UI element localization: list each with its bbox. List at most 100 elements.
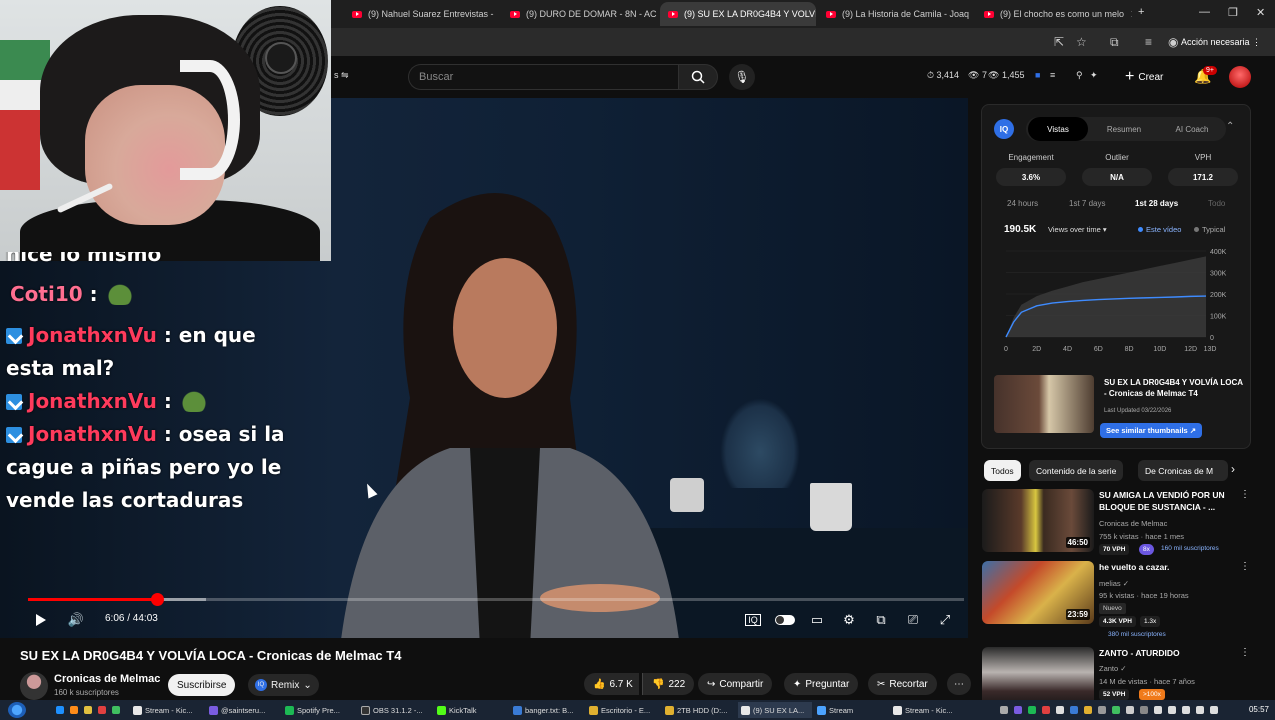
tray-icon[interactable] (1070, 706, 1078, 714)
browser-tab[interactable]: (9) El chocho es como un melo ✕ (976, 2, 1132, 26)
tray-icon[interactable] (1210, 706, 1218, 714)
like-button[interactable]: 👍 6.7 K (584, 673, 639, 695)
taskbar-pinned-icon[interactable] (70, 706, 78, 714)
recommendation-thumbnail[interactable]: 23:59 (982, 561, 1094, 624)
reading-list-icon[interactable]: ≡ (1145, 35, 1152, 49)
browser-tab-active[interactable]: (9) SU EX LA DR0G4B4 Y VOLVÍ✕ (660, 2, 816, 26)
recommendation-channel[interactable]: Cronicas de Melmac (1099, 519, 1167, 528)
browser-tab[interactable]: (9) La Historia de Camila - Joaq✕ (818, 2, 974, 26)
tray-icon[interactable] (1028, 706, 1036, 714)
chevron-right-icon[interactable]: › (1231, 462, 1235, 476)
close-window-icon[interactable]: ✕ (1256, 6, 1265, 19)
taskbar-pinned-icon[interactable] (112, 706, 120, 714)
sparkle-icon[interactable]: ✦ (1090, 70, 1098, 81)
volume-tray-icon[interactable] (1168, 706, 1176, 714)
tray-icon[interactable] (1182, 706, 1190, 714)
minimize-icon[interactable]: — (1199, 6, 1210, 18)
filter-settings-icon[interactable]: s ⇋ (334, 70, 349, 81)
ask-button[interactable]: ✦ Preguntar (784, 673, 859, 695)
recommendation-thumbnail[interactable]: 46:50 (982, 489, 1094, 552)
recommendation-channel[interactable]: Zanto ✓ (1099, 664, 1127, 673)
play-button[interactable] (32, 611, 50, 629)
more-actions-button[interactable]: ⋯ (947, 673, 971, 695)
filter-lines-icon[interactable]: ≡ (1050, 70, 1055, 80)
search-button[interactable] (678, 64, 718, 90)
recommendation-item[interactable]: 23:59 he vuelto a cazar. melias ✓ 95 k v… (982, 561, 1250, 638)
clip-button[interactable]: ✂ Recortar (868, 673, 937, 695)
subscribe-button[interactable]: Suscribirse (168, 674, 236, 696)
award-icon[interactable]: ⚲ (1076, 70, 1083, 81)
tray-icon[interactable] (1056, 706, 1064, 714)
taskbar-pinned-icon[interactable] (98, 706, 106, 714)
tray-icon[interactable] (1112, 706, 1120, 714)
taskbar-item[interactable]: Stream - Kic... (130, 702, 204, 718)
volume-button[interactable]: 🔊 (66, 611, 86, 629)
voice-search-button[interactable]: 🎙 (729, 64, 755, 90)
fullscreen-button[interactable]: ⤢ (936, 611, 954, 629)
more-vertical-icon[interactable]: ⋮ (1240, 489, 1250, 500)
tray-icon[interactable] (1140, 706, 1148, 714)
taskbar-pinned-icon[interactable] (84, 706, 92, 714)
close-tab-icon[interactable]: ✕ (1130, 8, 1132, 21)
autoplay-toggle[interactable] (774, 611, 796, 629)
iq-extension-icon[interactable]: ■ (1035, 70, 1040, 80)
tray-icon[interactable] (1126, 706, 1134, 714)
tray-icon[interactable] (1084, 706, 1092, 714)
settings-button[interactable]: ⚙ (840, 611, 858, 629)
chip-todos[interactable]: Todos (984, 460, 1021, 481)
taskbar-item[interactable]: (9) SU EX LA... (738, 702, 812, 718)
cast-button[interactable]: ⎚ (904, 611, 922, 629)
taskbar-pinned-icon[interactable] (56, 706, 64, 714)
tray-icon[interactable] (1196, 706, 1204, 714)
collapse-chevron-icon[interactable]: ⌃ (1226, 121, 1234, 132)
start-button[interactable] (8, 702, 26, 718)
taskbar-item[interactable]: OBS 31.1.2 -... (358, 702, 432, 718)
extensions-icon[interactable]: ⧉ (1110, 35, 1119, 50)
search-input[interactable]: Buscar (408, 64, 678, 90)
taskbar-item[interactable]: Stream - Kic... (890, 702, 964, 718)
tray-icon[interactable] (1042, 706, 1050, 714)
tab-ai-coach[interactable]: AI Coach (1160, 117, 1224, 141)
iq-player-button[interactable]: IQ (744, 611, 762, 629)
range-24-hours[interactable]: 24 hours (1007, 199, 1038, 208)
remix-button[interactable]: IQ Remix ⌄ (248, 674, 319, 696)
taskbar-item[interactable]: Escritorio - E... (586, 702, 660, 718)
tray-icon[interactable] (1000, 706, 1008, 714)
taskbar-item[interactable]: banger.txt: B... (510, 702, 584, 718)
create-button[interactable]: + Crear (1125, 65, 1163, 89)
range-28-days[interactable]: 1st 28 days (1135, 199, 1178, 208)
bookmark-star-icon[interactable]: ☆ (1076, 35, 1087, 49)
range-all[interactable]: Todo (1208, 199, 1225, 208)
new-tab-button[interactable]: + (1138, 6, 1144, 18)
more-vertical-icon[interactable]: ⋮ (1240, 647, 1250, 658)
subtitles-button[interactable]: ▭ (808, 611, 826, 629)
channel-name[interactable]: Cronicas de Melmac (54, 673, 160, 685)
browser-tab[interactable]: (9) DURO DE DOMAR - 8N - AC✕ (502, 2, 658, 26)
channel-avatar[interactable] (20, 672, 48, 700)
browser-tab[interactable]: (9) Nahuel Suarez Entrevistas -✕ (344, 2, 500, 26)
recommendation-title[interactable]: SU AMIGA LA VENDIÓ POR UN BLOQUE DE SUST… (1099, 489, 1235, 513)
taskbar-item[interactable]: 2TB HDD (D:... (662, 702, 736, 718)
install-app-icon[interactable]: ⇱ (1054, 35, 1064, 49)
account-avatar[interactable] (1229, 66, 1251, 88)
restore-icon[interactable]: ❐ (1228, 6, 1238, 19)
tray-icon[interactable] (1014, 706, 1022, 714)
taskbar-item[interactable]: Stream (814, 702, 888, 718)
recommendation-item[interactable]: ZANTO - ATURDIDO Zanto ✓ 14 M de vistas … (982, 647, 1250, 700)
miniplayer-button[interactable]: ⧉ (872, 611, 890, 629)
tab-vistas[interactable]: Vistas (1028, 117, 1088, 141)
action-needed-button[interactable]: Acción necesaria ⋮ (1175, 33, 1267, 51)
chip-channel[interactable]: De Cronicas de M (1138, 460, 1228, 481)
recommendation-title[interactable]: ZANTO - ATURDIDO (1099, 647, 1235, 659)
taskbar-item[interactable]: @saintseru... (206, 702, 280, 718)
tab-resumen[interactable]: Resumen (1092, 117, 1156, 141)
views-over-time-select[interactable]: Views over time ▾ (1048, 225, 1107, 234)
taskbar-item[interactable]: KickTalk (434, 702, 508, 718)
recommendation-channel[interactable]: melias ✓ (1099, 579, 1129, 588)
taskbar-item[interactable]: Spotify Pre... (282, 702, 356, 718)
similar-thumbnails-button[interactable]: See similar thumbnails ↗ (1100, 423, 1203, 438)
share-button[interactable]: ↪ Compartir (698, 673, 773, 695)
recommendation-item[interactable]: 46:50 SU AMIGA LA VENDIÓ POR UN BLOQUE D… (982, 489, 1250, 555)
wifi-icon[interactable] (1154, 706, 1162, 714)
dislike-button[interactable]: 👎 222 (642, 673, 695, 695)
